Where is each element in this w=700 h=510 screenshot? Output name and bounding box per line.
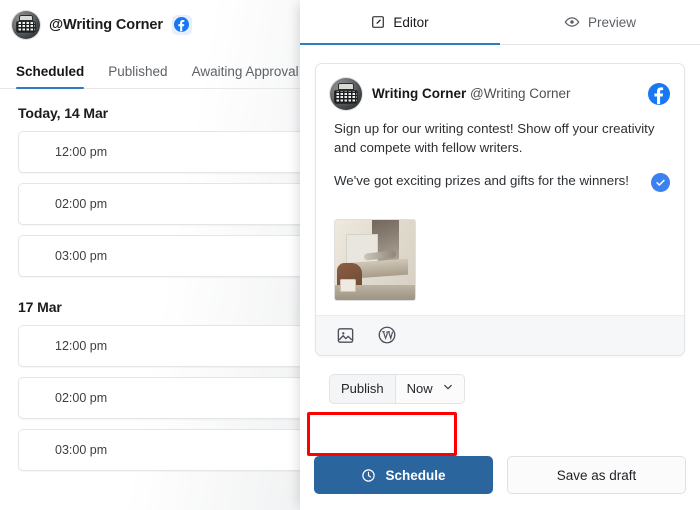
edit-pencil-icon: [371, 15, 385, 29]
tab-preview-label: Preview: [587, 14, 636, 30]
typewriter-avatar: [330, 78, 362, 110]
schedule-slot[interactable]: 03:00 pm: [18, 235, 300, 277]
facebook-icon: [648, 83, 670, 105]
schedule-slot[interactable]: 12:00 pm: [18, 325, 300, 367]
check-circle-icon: [651, 172, 670, 192]
tab-editor[interactable]: Editor: [300, 0, 500, 45]
publish-control[interactable]: Publish Now: [329, 373, 465, 404]
post-paragraph-with-badge: We've got exciting prizes and gifts for …: [334, 172, 670, 192]
wordpress-icon[interactable]: [377, 325, 397, 345]
action-buttons: Schedule Save as draft: [300, 442, 700, 510]
post-paragraph: Sign up for our writing contest! Show of…: [334, 121, 655, 155]
save-as-draft-label: Save as draft: [556, 467, 637, 483]
editor-content: Writing Corner @Writing Corner Sign up f…: [300, 45, 700, 442]
post-author-names: Writing Corner @Writing Corner: [372, 86, 638, 102]
date-group: Today, 14 Mar 12:00 pm 02:00 pm 03:00 pm: [0, 105, 300, 277]
tab-editor-label: Editor: [393, 14, 429, 30]
composer-toolbar: [316, 314, 684, 355]
publish-row: Publish Now: [329, 373, 685, 404]
schedule-list: Today, 14 Mar 12:00 pm 02:00 pm 03:00 pm…: [0, 89, 300, 471]
date-group: 17 Mar 12:00 pm 02:00 pm 03:00 pm: [0, 299, 300, 471]
post-author-row: Writing Corner @Writing Corner: [316, 64, 684, 118]
date-heading: 17 Mar: [18, 299, 62, 315]
schedule-tabs: Scheduled Published Awaiting Approval: [0, 49, 300, 89]
schedule-slot[interactable]: 02:00 pm: [18, 377, 300, 419]
post-paragraph: We've got exciting prizes and gifts for …: [334, 172, 629, 188]
schedule-button[interactable]: Schedule: [314, 456, 493, 494]
publish-time-value: Now: [406, 381, 433, 397]
post-author-name: Writing Corner: [372, 85, 467, 101]
editor-panel: Editor Preview Writing Corner @Writing C…: [300, 0, 700, 510]
tab-scheduled[interactable]: Scheduled: [16, 64, 85, 89]
account-bar: @Writing Corner: [0, 0, 300, 49]
schedule-slot[interactable]: 12:00 pm: [18, 131, 300, 173]
editor-tabs: Editor Preview: [300, 0, 700, 45]
schedule-slot[interactable]: 03:00 pm: [18, 429, 300, 471]
schedule-slot[interactable]: 02:00 pm: [18, 183, 300, 225]
publish-label: Publish: [341, 381, 384, 397]
account-handle: @Writing Corner: [49, 16, 163, 33]
save-as-draft-button[interactable]: Save as draft: [507, 456, 686, 494]
post-text[interactable]: Sign up for our writing contest! Show of…: [316, 118, 684, 211]
post-attachment[interactable]: [316, 211, 684, 315]
date-heading: Today, 14 Mar: [18, 105, 108, 121]
tab-preview[interactable]: Preview: [500, 0, 700, 44]
tab-published[interactable]: Published: [108, 64, 167, 88]
typewriter-avatar: [12, 10, 40, 39]
facebook-icon[interactable]: [171, 14, 192, 35]
clock-icon: [361, 468, 376, 483]
post-composer-card[interactable]: Writing Corner @Writing Corner Sign up f…: [315, 63, 685, 356]
chevron-down-icon: [442, 381, 454, 396]
schedule-panel: @Writing Corner Scheduled Published Awai…: [0, 0, 300, 510]
schedule-button-label: Schedule: [385, 467, 446, 483]
image-icon[interactable]: [336, 326, 355, 345]
tab-awaiting-approval[interactable]: Awaiting Approval: [192, 64, 299, 88]
image-thumbnail[interactable]: [334, 218, 416, 301]
app-root: @Writing Corner Scheduled Published Awai…: [0, 0, 700, 510]
post-author-handle: @Writing Corner: [470, 85, 571, 101]
publish-time-select[interactable]: Now: [394, 374, 464, 403]
eye-icon: [564, 14, 580, 30]
